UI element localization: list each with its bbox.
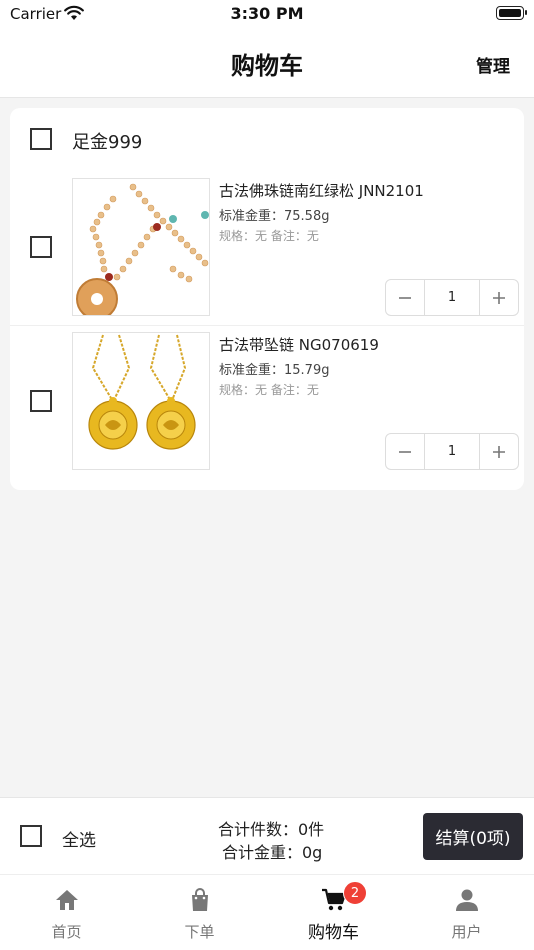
group-checkbox[interactable]: [30, 128, 52, 150]
tab-label: 首页: [51, 923, 82, 941]
group-title: 足金999: [72, 132, 143, 153]
tab-home[interactable]: 首页: [0, 875, 133, 950]
tab-bar: 首页 下单 2 购物车 用户: [0, 874, 534, 950]
clock: 3:30 PM: [230, 4, 304, 23]
quantity-value[interactable]: 1: [424, 434, 480, 469]
battery-icon: [496, 6, 527, 20]
cart-group-card: 足金999 古法佛珠链南红绿松 JNN2101 标准金重：75.58g 规格：无…: [10, 108, 524, 490]
status-bar: Carrier 3:30 PM: [0, 0, 534, 28]
user-icon: [453, 886, 481, 914]
beaded-necklace-photo[interactable]: [72, 178, 210, 316]
quantity-value[interactable]: 1: [424, 280, 480, 315]
item-checkbox[interactable]: [30, 236, 52, 258]
tab-label: 购物车: [308, 923, 359, 943]
tab-label: 下单: [184, 923, 215, 941]
tab-user[interactable]: 用户: [400, 875, 533, 950]
select-all-checkbox[interactable]: [20, 825, 42, 847]
quantity-stepper: 1: [385, 279, 519, 316]
quantity-stepper: 1: [385, 433, 519, 470]
cart-badge: 2: [343, 881, 367, 905]
total-count: 合计件数：0件: [218, 820, 325, 839]
minus-icon: [399, 296, 411, 299]
item-name: 古法佛珠链南红绿松 JNN2101: [219, 182, 424, 200]
minus-icon: [399, 450, 411, 453]
item-spec: 规格：无 备注：无: [219, 383, 319, 397]
decrement-button[interactable]: [386, 434, 424, 469]
increment-button[interactable]: [480, 280, 518, 315]
decrement-button[interactable]: [386, 280, 424, 315]
increment-button[interactable]: [480, 434, 518, 469]
tab-cart[interactable]: 2 购物车: [267, 875, 400, 950]
item-checkbox[interactable]: [30, 390, 52, 412]
manage-button[interactable]: 管理: [476, 52, 510, 77]
item-weight: 标准金重：15.79g: [219, 363, 330, 378]
plus-icon: [493, 445, 505, 458]
cart-item: 古法佛珠链南红绿松 JNN2101 标准金重：75.58g 规格：无 备注：无 …: [10, 172, 524, 327]
checkout-button[interactable]: 结算(0项): [423, 813, 523, 860]
home-icon: [53, 886, 81, 914]
page-title: 购物车: [231, 52, 303, 80]
tab-label: 用户: [451, 923, 482, 941]
item-name: 古法带坠链 NG070619: [219, 336, 379, 354]
navigation-bar: 购物车 管理: [0, 28, 534, 98]
tab-order[interactable]: 下单: [133, 875, 266, 950]
item-spec: 规格：无 备注：无: [219, 229, 319, 243]
shopping-bag-icon: [186, 886, 214, 914]
select-all-label[interactable]: 全选: [62, 826, 96, 851]
gold-pendant-chain-photo[interactable]: [72, 332, 210, 470]
cart-item: 古法带坠链 NG070619 标准金重：15.79g 规格：无 备注：无 1: [10, 325, 524, 481]
plus-icon: [493, 291, 505, 304]
item-weight: 标准金重：75.58g: [219, 209, 330, 224]
summary-bar: 全选 合计件数：0件 合计金重：0g 结算(0项): [0, 797, 534, 874]
total-weight: 合计金重：0g: [222, 843, 323, 862]
